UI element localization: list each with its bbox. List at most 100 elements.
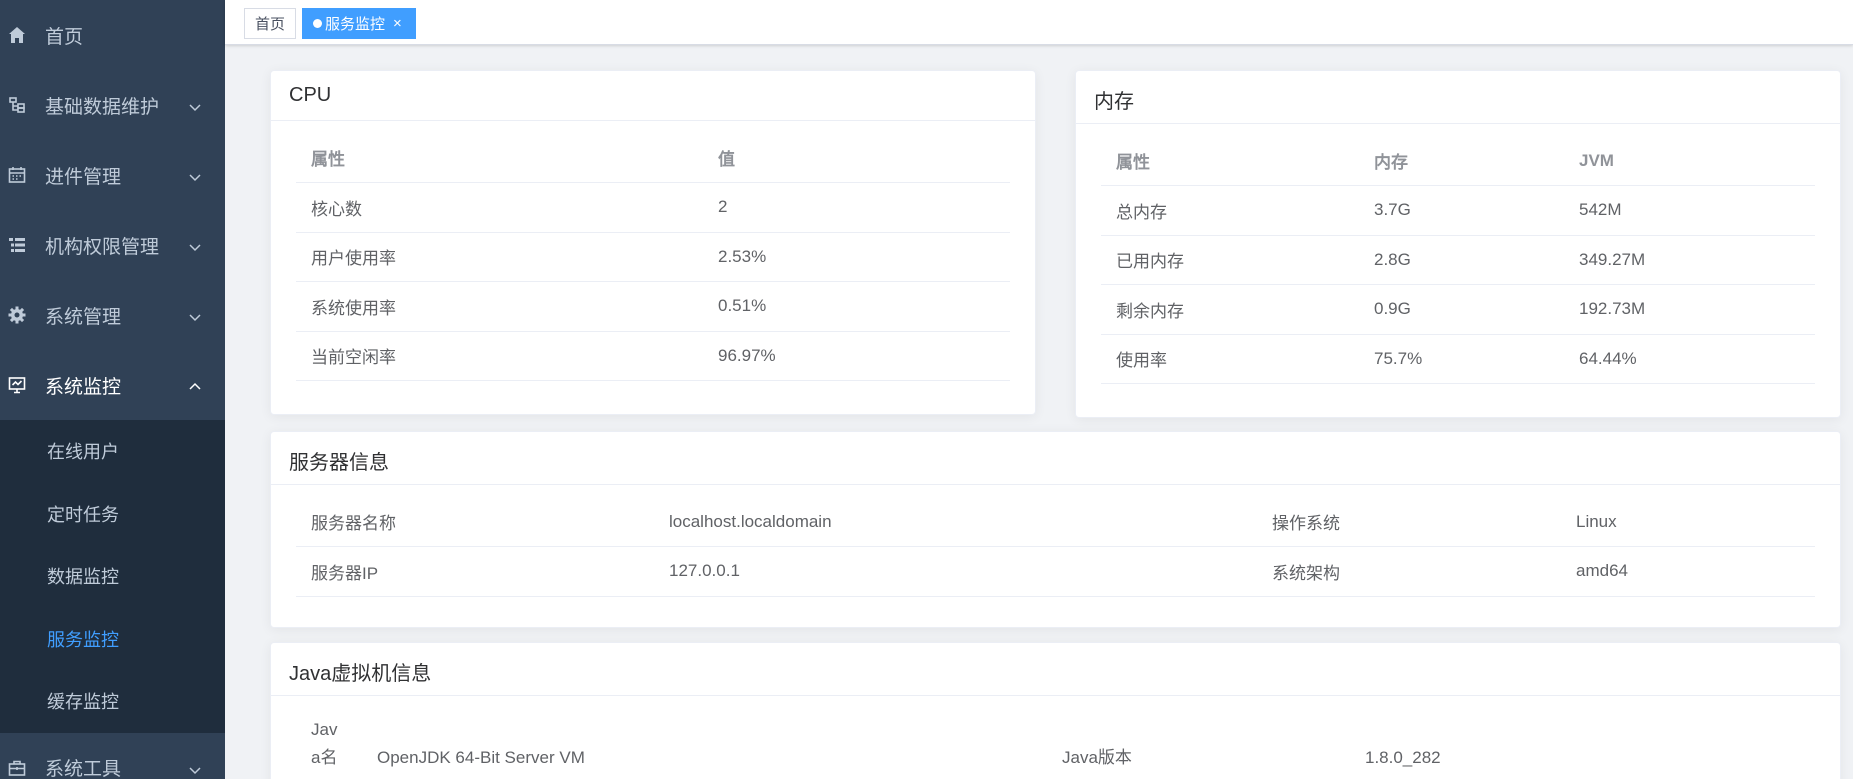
table-header-row: 属性 值 <box>296 133 1010 183</box>
memory-card: 内存 属性 内存 JVM 总内存 3.7G 542M 已用内存 2.8G 349… <box>1075 70 1841 418</box>
chevron-down-icon <box>188 238 202 252</box>
table-row: 核心数 2 <box>296 182 1010 233</box>
table-cell: 192.73M <box>1564 284 1815 335</box>
toolbox-icon <box>8 759 26 777</box>
table-cell: Linux <box>1561 497 1815 547</box>
table-header-row: 属性 内存 JVM <box>1101 136 1815 186</box>
tag-service-monitor[interactable]: 服务监控 × <box>302 8 416 39</box>
table-cell: 3.7G <box>1359 185 1564 236</box>
sidebar-item-org-permission[interactable]: 机构权限管理 <box>0 210 225 280</box>
memory-table: 属性 内存 JVM 总内存 3.7G 542M 已用内存 2.8G 349.27… <box>1101 136 1815 384</box>
tag-label: 首页 <box>255 16 286 33</box>
table-row: 系统使用率 0.51% <box>296 281 1010 332</box>
table-cell: 当前空闲率 <box>296 331 703 381</box>
monitor-icon <box>8 376 26 394</box>
card-title: 内存 <box>1076 71 1840 124</box>
chevron-down-icon <box>188 98 202 112</box>
sidebar-subitem-cache-monitor[interactable]: 缓存监控 <box>0 670 225 733</box>
table-cell: 75.7% <box>1359 334 1564 384</box>
tree-icon <box>8 96 26 114</box>
gear-icon <box>8 306 26 324</box>
table-row: 使用率 75.7% 64.44% <box>1101 334 1815 384</box>
tree-table-icon <box>8 236 26 254</box>
chevron-down-icon <box>188 168 202 182</box>
column-header: 内存 <box>1359 136 1564 186</box>
calendar-icon <box>8 166 26 184</box>
sidebar: 首页 基础数据维护 进件管理 机构权限管理 系统管理 系统监控 在线用户 定时任… <box>0 0 225 779</box>
sidebar-subitem-data-monitor[interactable]: 数据监控 <box>0 545 225 608</box>
column-header: 属性 <box>1101 136 1359 186</box>
sidebar-item-application[interactable]: 进件管理 <box>0 140 225 210</box>
sidebar-item-label: 进件管理 <box>45 166 122 188</box>
card-title: 服务器信息 <box>271 432 1840 485</box>
table-cell: 系统使用率 <box>296 281 703 332</box>
table-cell: 用户使用率 <box>296 232 703 282</box>
column-header: 值 <box>703 133 1010 183</box>
table-cell: Jav a名 <box>296 696 362 772</box>
table-cell: 已用内存 <box>1101 235 1359 285</box>
server-info-card: 服务器信息 服务器名称 localhost.localdomain 操作系统 L… <box>270 431 1841 628</box>
chevron-up-icon <box>188 378 202 392</box>
tags-view: 首页 服务监控 × <box>225 0 1853 45</box>
table-cell: 操作系统 <box>1257 497 1561 547</box>
table-row: Jav a名 OpenJDK 64-Bit Server VM Java版本 1… <box>296 696 1815 772</box>
table-row: 总内存 3.7G 542M <box>1101 185 1815 236</box>
java-vm-table: Jav a名 OpenJDK 64-Bit Server VM Java版本 1… <box>296 696 1815 772</box>
table-cell: 127.0.0.1 <box>654 546 1257 597</box>
sidebar-subitem-service-monitor[interactable]: 服务监控 <box>0 608 225 671</box>
table-row: 服务器名称 localhost.localdomain 操作系统 Linux <box>296 497 1815 547</box>
sidebar-subitem-online-users[interactable]: 在线用户 <box>0 420 225 483</box>
sidebar-subitem-scheduled-tasks[interactable]: 定时任务 <box>0 483 225 546</box>
sidebar-item-label: 首页 <box>45 26 84 48</box>
table-cell: localhost.localdomain <box>654 497 1257 547</box>
table-cell: Java版本 <box>1062 748 1132 767</box>
cpu-card: CPU 属性 值 核心数 2 用户使用率 2.53% 系统使用率 0.51% 当… <box>270 70 1036 415</box>
table-cell: OpenJDK 64-Bit Server VM <box>377 748 585 767</box>
table-cell: 使用率 <box>1101 334 1359 384</box>
sidebar-item-system[interactable]: 系统管理 <box>0 280 225 350</box>
table-cell: amd64 <box>1561 546 1815 597</box>
sidebar-item-tools[interactable]: 系统工具 <box>0 733 225 779</box>
active-dot-icon <box>313 19 322 28</box>
table-cell: 系统架构 <box>1257 546 1561 597</box>
sidebar-item-label: 系统工具 <box>45 759 122 779</box>
close-icon[interactable]: × <box>393 16 402 31</box>
sidebar-item-home[interactable]: 首页 <box>0 0 225 70</box>
tag-home[interactable]: 首页 <box>244 8 296 39</box>
table-row: 剩余内存 0.9G 192.73M <box>1101 284 1815 335</box>
sidebar-item-monitor[interactable]: 系统监控 <box>0 350 225 420</box>
table-cell: 2 <box>703 182 1010 233</box>
table-cell: 核心数 <box>296 182 703 233</box>
sidebar-item-basic-data[interactable]: 基础数据维护 <box>0 70 225 140</box>
table-cell: 剩余内存 <box>1101 284 1359 335</box>
java-vm-card: Java虚拟机信息 Jav a名 OpenJDK 64-Bit Server V… <box>270 642 1841 779</box>
table-cell: 0.51% <box>703 281 1010 332</box>
sidebar-item-label: 机构权限管理 <box>45 236 160 258</box>
table-row: 服务器IP 127.0.0.1 系统架构 amd64 <box>296 546 1815 597</box>
chevron-down-icon <box>188 761 202 775</box>
column-header: JVM <box>1564 136 1815 186</box>
sidebar-item-label: 系统管理 <box>45 306 122 328</box>
chevron-down-icon <box>188 308 202 322</box>
submenu-monitor: 在线用户 定时任务 数据监控 服务监控 缓存监控 <box>0 420 225 733</box>
card-title: CPU <box>271 71 1035 121</box>
home-icon <box>8 26 26 44</box>
tag-label: 服务监控 <box>325 16 386 33</box>
table-cell: 服务器IP <box>296 546 654 597</box>
table-cell: 2.8G <box>1359 235 1564 285</box>
table-cell: 0.9G <box>1359 284 1564 335</box>
table-cell: 1.8.0_282 <box>1365 748 1441 767</box>
card-title: Java虚拟机信息 <box>271 643 1840 696</box>
sidebar-item-label: 系统监控 <box>45 376 122 398</box>
table-cell: 542M <box>1564 185 1815 236</box>
cpu-table: 属性 值 核心数 2 用户使用率 2.53% 系统使用率 0.51% 当前空闲率… <box>296 133 1010 381</box>
table-row: 用户使用率 2.53% <box>296 232 1010 282</box>
sidebar-item-label: 基础数据维护 <box>45 96 160 118</box>
table-row: 已用内存 2.8G 349.27M <box>1101 235 1815 285</box>
java-name-label-line2: a名 <box>311 748 338 767</box>
column-header: 属性 <box>296 133 703 183</box>
table-cell: 总内存 <box>1101 185 1359 236</box>
table-cell: 96.97% <box>703 331 1010 381</box>
table-cell: 服务器名称 <box>296 497 654 547</box>
server-info-table: 服务器名称 localhost.localdomain 操作系统 Linux 服… <box>296 497 1815 597</box>
